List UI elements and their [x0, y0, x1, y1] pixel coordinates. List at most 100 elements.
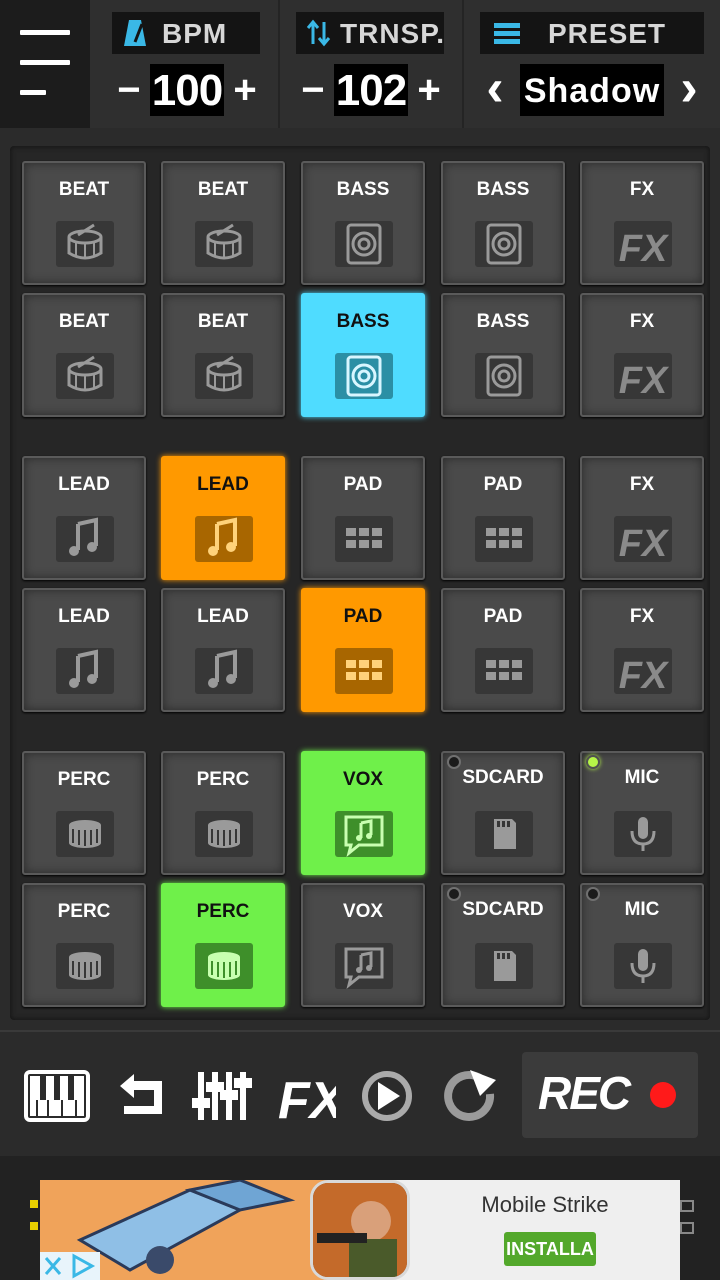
piano-keys-icon[interactable] — [24, 1068, 90, 1124]
pad-bass-r1c3[interactable]: BASS — [301, 161, 425, 285]
vox-icon — [335, 943, 393, 989]
transpose-decrement-button[interactable]: − — [296, 68, 330, 112]
record-dot-icon — [650, 1082, 676, 1108]
pad-lead-r3c1[interactable]: LEAD — [22, 456, 146, 580]
snare-icon — [56, 943, 114, 989]
bpm-label: BPM — [162, 18, 228, 49]
pad-beat-r1c2[interactable]: BEAT — [161, 161, 285, 285]
pad-label: BEAT — [58, 179, 110, 200]
preset-prev-button[interactable]: ‹ — [478, 62, 512, 114]
pad-sdcard-r6c4[interactable]: SDCARD — [441, 883, 565, 1007]
transpose-control: TRNSP. − 102 + — [296, 12, 446, 120]
menu-button[interactable] — [0, 0, 90, 128]
record-label: REC — [538, 1067, 631, 1119]
preset-next-button[interactable]: › — [672, 62, 706, 114]
grid-icon — [335, 516, 393, 562]
ad-install-button[interactable]: INSTALLA — [504, 1232, 596, 1266]
pad-label: BASS — [476, 311, 530, 332]
pad-vox-r5c3[interactable]: VOX — [301, 751, 425, 875]
ad-game-icon — [310, 1180, 410, 1280]
mixer-icon[interactable] — [192, 1068, 252, 1124]
pad-label: BEAT — [197, 179, 249, 200]
pad-label: PAD — [483, 606, 523, 627]
pad-bass-r1c4[interactable]: BASS — [441, 161, 565, 285]
undo-icon[interactable] — [114, 1068, 168, 1124]
ad-close-icon[interactable] — [40, 1252, 100, 1280]
grid-icon — [475, 516, 533, 562]
pad-lead-r4c2[interactable]: LEAD — [161, 588, 285, 712]
bpm-value: 100 — [150, 64, 224, 116]
pad-label: FX — [629, 606, 655, 627]
pad-label: MIC — [624, 767, 660, 788]
svg-text:FX: FX — [619, 360, 670, 399]
pad-label: VOX — [342, 769, 384, 790]
note-icon — [195, 516, 253, 562]
speaker-icon — [475, 353, 533, 399]
pad-fx-r4c5[interactable]: FX FX — [580, 588, 704, 712]
svg-text:FX: FX — [619, 228, 670, 267]
menu-line — [20, 60, 70, 65]
note-icon — [195, 648, 253, 694]
fx-icon: FX — [614, 516, 672, 562]
bottom-toolbar: FX REC — [0, 1030, 720, 1154]
pad-beat-r2c2[interactable]: BEAT — [161, 293, 285, 417]
pad-lead-r3c2[interactable]: LEAD — [161, 456, 285, 580]
metronome-icon — [122, 18, 148, 48]
play-icon[interactable] — [360, 1068, 414, 1124]
redo-icon[interactable] — [440, 1068, 500, 1124]
transpose-header: TRNSP. — [296, 12, 444, 54]
ad-banner[interactable]: Mobile Strike INSTALLA — [40, 1180, 680, 1280]
preset-control: PRESET ‹ Shadow › — [480, 12, 708, 120]
bpm-decrement-button[interactable]: − — [112, 68, 146, 112]
svg-text:FX: FX — [278, 1072, 336, 1124]
pad-vox-r6c3[interactable]: VOX — [301, 883, 425, 1007]
fx-icon[interactable]: FX — [276, 1068, 348, 1130]
pad-label: FX — [629, 474, 655, 495]
sdcard-icon — [475, 943, 533, 989]
pad-label: LEAD — [58, 474, 110, 495]
pad-beat-r2c1[interactable]: BEAT — [22, 293, 146, 417]
pad-pad-r4c4[interactable]: PAD — [441, 588, 565, 712]
pad-perc-r5c2[interactable]: PERC — [161, 751, 285, 875]
pad-beat-r1c1[interactable]: BEAT — [22, 161, 146, 285]
bpm-header: BPM — [112, 12, 260, 54]
pad-perc-r6c2[interactable]: PERC — [161, 883, 285, 1007]
pad-perc-r6c1[interactable]: PERC — [22, 883, 146, 1007]
pad-fx-r3c5[interactable]: FX FX — [580, 456, 704, 580]
pad-sdcard-r5c4[interactable]: SDCARD — [441, 751, 565, 875]
speaker-icon — [475, 221, 533, 267]
pad-pad-r3c3[interactable]: PAD — [301, 456, 425, 580]
pad-fx-r1c5[interactable]: FX FX — [580, 161, 704, 285]
pad-bass-r2c3[interactable]: BASS — [301, 293, 425, 417]
record-button[interactable]: REC — [522, 1052, 698, 1138]
bpm-control: BPM − 100 + — [112, 12, 262, 120]
pad-perc-r5c1[interactable]: PERC — [22, 751, 146, 875]
pad-label: BASS — [336, 179, 390, 200]
pad-label: BEAT — [197, 311, 249, 332]
pad-label: SDCARD — [462, 767, 544, 788]
pad-bass-r2c4[interactable]: BASS — [441, 293, 565, 417]
svg-text:FX: FX — [619, 523, 670, 562]
pad-lead-r4c1[interactable]: LEAD — [22, 588, 146, 712]
side-indicator — [30, 1222, 38, 1230]
speaker-icon — [335, 353, 393, 399]
bpm-increment-button[interactable]: + — [228, 68, 262, 112]
fx-icon: FX — [614, 648, 672, 694]
pad-fx-r2c5[interactable]: FX FX — [580, 293, 704, 417]
pad-label: BASS — [336, 311, 390, 332]
pad-pad-r3c4[interactable]: PAD — [441, 456, 565, 580]
pad-label: PAD — [343, 606, 383, 627]
drum-icon — [56, 221, 114, 267]
top-bar: BPM − 100 + TRNSP. − 102 + PRESET ‹ Shad… — [0, 0, 720, 128]
pad-label: MIC — [624, 899, 660, 920]
pad-mic-r5c5[interactable]: MIC — [580, 751, 704, 875]
transpose-label: TRNSP. — [340, 18, 446, 49]
transpose-increment-button[interactable]: + — [412, 68, 446, 112]
pad-pad-r4c3[interactable]: PAD — [301, 588, 425, 712]
mic-icon — [614, 811, 672, 857]
pad-label: BASS — [476, 179, 530, 200]
transpose-value: 102 — [334, 64, 408, 116]
drum-icon — [56, 353, 114, 399]
pad-mic-r6c5[interactable]: MIC — [580, 883, 704, 1007]
pad-label: FX — [629, 179, 655, 200]
